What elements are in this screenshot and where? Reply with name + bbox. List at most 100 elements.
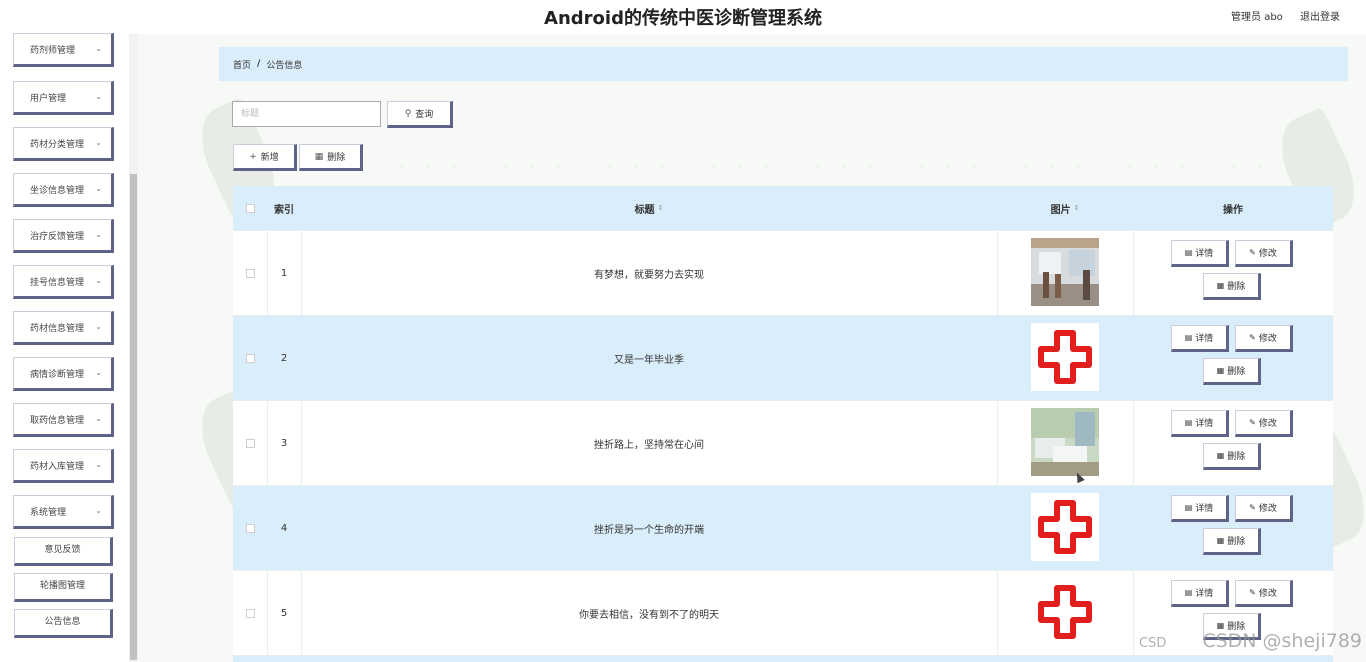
trash-icon: ▦: [1216, 621, 1225, 630]
divider: [997, 401, 998, 486]
sidebar-item-treatment-feedback[interactable]: 治疗反馈管理 ⌄: [13, 219, 114, 253]
breadcrumb-home[interactable]: 首页: [233, 58, 251, 71]
decorative-dots: [363, 165, 1363, 167]
chevron-down-icon: ⌄: [95, 230, 102, 239]
top-bar: Android的传统中医诊断管理系统 管理员 abo 退出登录: [0, 0, 1366, 34]
query-button-label: 查询: [415, 110, 434, 120]
detail-button[interactable]: ▤ 详情: [1171, 325, 1229, 352]
delete-button-label: 删除: [1227, 537, 1246, 547]
sidebar-item-pharmacist[interactable]: 药剂师管理 ⌄: [13, 33, 114, 67]
select-all-checkbox[interactable]: [245, 203, 255, 213]
edit-button[interactable]: ✎ 修改: [1235, 495, 1293, 522]
sidebar-item-label: 药材入库管理: [30, 461, 85, 472]
add-button[interactable]: + 新增: [233, 144, 297, 171]
pencil-icon: ✎: [1249, 588, 1256, 597]
plus-icon: +: [249, 151, 257, 162]
row-checkbox[interactable]: [245, 609, 255, 618]
sidebar: 药剂师管理 ⌄ 用户管理 ⌄ 药材分类管理 ⌄ 坐诊信息管理 ⌄ 治疗反馈管理 ⌄ 挂号信…: [0, 33, 138, 662]
row-checkbox[interactable]: [245, 524, 255, 533]
delete-button[interactable]: ▦ 删除: [1203, 358, 1261, 385]
detail-button-label: 详情: [1195, 334, 1214, 344]
detail-button[interactable]: ▤ 详情: [1171, 495, 1229, 522]
sidebar-item-system[interactable]: 系统管理 ⌄: [13, 495, 114, 529]
table-row: 1 有梦想，就要努力去实现 ▤ 详情 ✎ 修改 ▦ 删除: [233, 230, 1333, 316]
edit-button-label: 修改: [1258, 589, 1277, 599]
scrollbar-thumb[interactable]: [130, 174, 137, 660]
hospital-hall-image: [1031, 238, 1099, 306]
edit-button-label: 修改: [1258, 334, 1277, 344]
sidebar-item-herb-category[interactable]: 药材分类管理 ⌄: [13, 127, 114, 161]
search-icon: ⚲: [404, 108, 412, 119]
sidebar-item-label: 治疗反馈管理: [30, 231, 85, 242]
breadcrumb-separator: /: [257, 59, 261, 69]
edit-button[interactable]: ✎ 修改: [1235, 580, 1293, 607]
header-title-label: 标题: [634, 204, 655, 216]
sidebar-item-medicine-pickup[interactable]: 取药信息管理 ⌄: [13, 403, 114, 437]
trash-icon: ▦: [314, 151, 324, 162]
sidebar-subitem-feedback[interactable]: 意见反馈: [14, 537, 113, 566]
divider: [1133, 231, 1134, 316]
detail-button[interactable]: ▤ 详情: [1171, 410, 1229, 437]
divider: [997, 231, 998, 316]
sidebar-subitem-notice[interactable]: 公告信息: [14, 609, 113, 638]
sidebar-scrollbar[interactable]: [129, 34, 138, 662]
delete-button[interactable]: ▦ 删除: [1203, 273, 1261, 300]
red-cross-icon: [1031, 323, 1099, 391]
chevron-down-icon: ⌄: [95, 44, 102, 53]
chevron-down-icon: ⌄: [95, 460, 102, 469]
sidebar-item-registration[interactable]: 挂号信息管理 ⌄: [13, 265, 114, 299]
detail-button-label: 详情: [1195, 504, 1214, 514]
row-checkbox[interactable]: [245, 269, 255, 278]
row-checkbox[interactable]: [245, 354, 255, 363]
red-cross-image: [1031, 493, 1099, 561]
document-icon: ▤: [1184, 333, 1193, 342]
sidebar-item-label: 取药信息管理: [30, 415, 85, 426]
hospital-ward-photo: [1031, 408, 1099, 476]
sidebar-item-label: 用户管理: [30, 93, 67, 104]
detail-button[interactable]: ▤ 详情: [1171, 240, 1229, 267]
query-button[interactable]: ⚲ 查询: [387, 101, 453, 128]
app-title: Android的传统中医诊断管理系统: [544, 8, 822, 29]
header-title[interactable]: 标题 ⇕: [301, 186, 997, 230]
add-button-label: 新增: [260, 153, 279, 163]
sidebar-item-label: 坐诊信息管理: [30, 185, 85, 196]
sidebar-item-consultation[interactable]: 坐诊信息管理 ⌄: [13, 173, 114, 207]
row-title: 你要去相信，没有到不了的明天: [579, 610, 719, 621]
chevron-down-icon: ⌄: [95, 414, 102, 423]
detail-button[interactable]: ▤ 详情: [1171, 580, 1229, 607]
row-select-cell: [233, 486, 267, 571]
batch-delete-button[interactable]: ▦ 删除: [299, 144, 363, 171]
sidebar-subitem-carousel[interactable]: 轮播图管理: [14, 573, 113, 602]
logout-link[interactable]: 退出登录: [1300, 12, 1340, 23]
row-select-cell: [233, 231, 267, 316]
row-checkbox[interactable]: [245, 439, 255, 448]
divider: [1133, 571, 1134, 656]
delete-button[interactable]: ▦ 删除: [1203, 528, 1261, 555]
pencil-icon: ✎: [1249, 248, 1256, 257]
table-row-partial: [233, 655, 1333, 662]
search-input[interactable]: 标题: [232, 101, 381, 127]
chevron-down-icon: ⌄: [95, 322, 102, 331]
header-image[interactable]: 图片 ⇕: [997, 186, 1133, 230]
sidebar-item-users[interactable]: 用户管理 ⌄: [13, 81, 114, 115]
row-index: 1: [280, 268, 288, 279]
trash-icon: ▦: [1216, 366, 1225, 375]
edit-button[interactable]: ✎ 修改: [1235, 410, 1293, 437]
sidebar-item-diagnosis[interactable]: 病情诊断管理 ⌄: [13, 357, 114, 391]
header-image-label: 图片: [1050, 204, 1071, 216]
delete-button[interactable]: ▦ 删除: [1203, 443, 1261, 470]
sidebar-item-herb-info[interactable]: 药材信息管理 ⌄: [13, 311, 114, 345]
red-cross-image: [1031, 323, 1099, 391]
pencil-icon: ✎: [1249, 418, 1256, 427]
trash-icon: ▦: [1216, 536, 1225, 545]
document-icon: ▤: [1184, 418, 1193, 427]
delete-button-label: 删除: [1227, 452, 1246, 462]
table-row: 3 挫折路上，坚持常在心间 ▤ 详情 ✎ 修改 ▦ 删除: [233, 400, 1333, 486]
sidebar-item-herb-stock[interactable]: 药材入库管理 ⌄: [13, 449, 114, 483]
sidebar-item-label: 系统管理: [30, 507, 67, 518]
edit-button[interactable]: ✎ 修改: [1235, 240, 1293, 267]
edit-button[interactable]: ✎ 修改: [1235, 325, 1293, 352]
select-all-cell: [233, 186, 267, 230]
notice-table: 索引 标题 ⇕ 图片 ⇕ 操作 1 有梦想，就要努力去实现 ▤ 详情 ✎ 修改 …: [233, 186, 1333, 662]
breadcrumb-current: 公告信息: [266, 60, 303, 71]
